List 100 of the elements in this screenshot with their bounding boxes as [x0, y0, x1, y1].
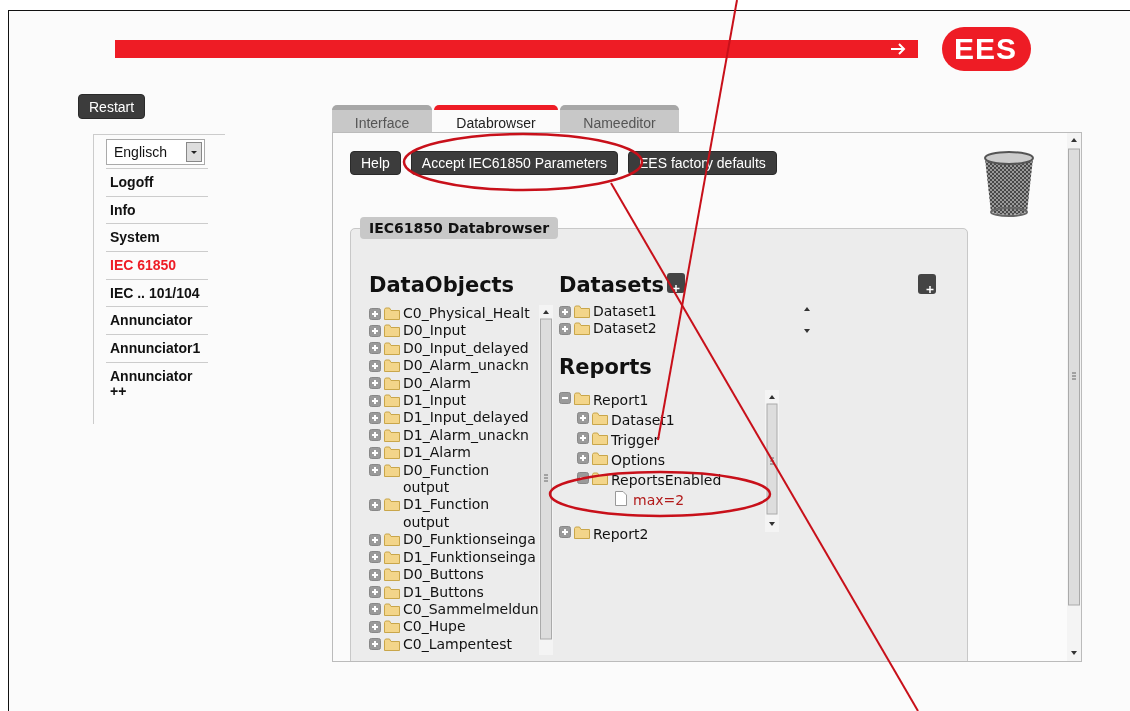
tree-item[interactable]: Dataset1 [593, 303, 657, 321]
tree-item[interactable]: D1_Buttons [403, 583, 539, 601]
folder-icon [384, 463, 400, 477]
expand-icon[interactable] [369, 377, 381, 390]
folder-icon [384, 341, 400, 355]
folder-icon [384, 498, 400, 512]
tree-item[interactable]: D0_Alarm [403, 374, 539, 393]
toolbar-button[interactable]: Accept IEC61850 Parameters [410, 151, 618, 175]
add-icon[interactable] [667, 273, 686, 293]
tree-item[interactable]: D0_Buttons [403, 566, 539, 584]
file-icon [615, 490, 627, 506]
folder-icon [384, 376, 400, 390]
expand-icon[interactable] [369, 638, 381, 651]
expand-icon[interactable] [577, 452, 589, 465]
folder-icon [384, 568, 400, 582]
tree-item[interactable]: D1_Alarm_unackn [403, 426, 539, 445]
folder-icon [384, 307, 400, 320]
expand-icon[interactable] [577, 432, 589, 445]
folder-icon [574, 305, 590, 318]
tree-item[interactable]: Report1 [593, 389, 649, 410]
expand-icon[interactable] [369, 411, 381, 424]
tree-item[interactable]: D0_Function output [403, 461, 539, 497]
expand-icon[interactable] [369, 498, 381, 511]
collapse-icon[interactable] [559, 392, 571, 405]
scrollbar[interactable] [1067, 133, 1081, 661]
tree-item[interactable]: C0_Sammelmeldun [403, 600, 539, 619]
tree-item[interactable]: Report2 [593, 523, 649, 544]
tree-item[interactable]: D1_Funktionseinga [403, 548, 539, 567]
nav-link[interactable]: Info [106, 195, 208, 224]
arrow-icon [890, 43, 906, 55]
expand-icon[interactable] [577, 412, 589, 425]
expand-icon[interactable] [369, 324, 381, 337]
tree-item[interactable]: C0_Hupe [403, 618, 539, 636]
nav-link[interactable]: Annunciator1 [106, 334, 208, 362]
folder-icon [384, 411, 400, 425]
section-heading: Datasets [559, 273, 665, 299]
nav-link[interactable]: IEC .. 101/104 [106, 278, 208, 307]
folder-icon [384, 446, 400, 460]
tree-item[interactable]: D1_Function output [403, 496, 539, 532]
tree-item[interactable]: D0_Input [403, 322, 539, 340]
expand-icon[interactable] [369, 446, 381, 459]
tree-item[interactable]: max=2 [633, 489, 685, 510]
scrollbar[interactable] [765, 389, 779, 532]
language-select[interactable]: Englisch [106, 139, 205, 165]
tree-item[interactable]: D0_Input_delayed [403, 339, 539, 358]
nav-link[interactable]: System [106, 223, 208, 252]
tree-item[interactable]: D1_Input_delayed [403, 409, 539, 427]
folder-icon [384, 394, 400, 408]
nav-link[interactable]: Annunciator ++ [106, 361, 208, 405]
tree-item[interactable]: C0_Lampentest [403, 635, 539, 654]
scrollbar[interactable] [539, 305, 553, 655]
tree-item[interactable]: D1_Alarm [403, 444, 539, 462]
folder-icon [384, 533, 400, 547]
tree-item[interactable]: D1_Input [403, 392, 539, 410]
expand-icon[interactable] [369, 342, 381, 355]
folder-icon [574, 391, 590, 405]
logo: EES [942, 27, 1032, 71]
tree-item[interactable]: ReportsEnabled [611, 469, 722, 490]
add-icon[interactable] [918, 274, 937, 294]
expand-icon[interactable] [559, 305, 571, 318]
folder-icon [592, 431, 608, 445]
folder-icon [592, 411, 608, 425]
nav-link[interactable]: Annunciator [106, 306, 208, 335]
expand-icon[interactable] [369, 620, 381, 633]
dropdown-icon[interactable] [186, 142, 202, 162]
tab[interactable]: Nameeditor [560, 105, 679, 132]
expand-icon[interactable] [369, 307, 381, 320]
tree-item[interactable]: D0_Funktionseinga [403, 531, 539, 549]
section-heading: Reports [559, 354, 653, 381]
collapse-icon[interactable] [577, 472, 589, 485]
tree-item[interactable]: Dataset2 [593, 320, 657, 338]
tree-item[interactable]: Options [611, 449, 666, 470]
expand-icon[interactable] [369, 551, 381, 564]
tree-item[interactable]: D0_Alarm_unackn [403, 357, 539, 375]
panel-title: IEC61850 Databrowser [360, 217, 559, 239]
expand-icon[interactable] [369, 394, 381, 407]
section-heading: DataObjects [369, 273, 516, 299]
folder-icon [574, 322, 590, 336]
expand-icon[interactable] [369, 359, 381, 372]
expand-icon[interactable] [369, 568, 381, 581]
expand-icon[interactable] [369, 603, 381, 616]
nav-link[interactable]: IEC 61850 [106, 251, 208, 279]
folder-icon [384, 359, 400, 373]
nav-link[interactable]: Logoff [106, 168, 208, 196]
expand-icon[interactable] [559, 526, 571, 539]
folder-icon [592, 451, 608, 465]
folder-icon [384, 637, 400, 651]
tab[interactable]: Interface [332, 105, 432, 132]
folder-icon [384, 428, 400, 442]
tree-item[interactable]: Trigger [611, 429, 660, 450]
expand-icon[interactable] [369, 464, 381, 477]
expand-icon[interactable] [559, 322, 571, 335]
expand-icon[interactable] [369, 533, 381, 546]
expand-icon[interactable] [369, 586, 381, 598]
folder-icon [384, 550, 400, 564]
restart-button[interactable]: Restart [78, 94, 146, 119]
toolbar-button[interactable]: Help [350, 151, 401, 175]
folder-icon [384, 324, 400, 338]
expand-icon[interactable] [369, 429, 381, 442]
tree-item[interactable]: C0_Physical_Healt [403, 305, 539, 323]
